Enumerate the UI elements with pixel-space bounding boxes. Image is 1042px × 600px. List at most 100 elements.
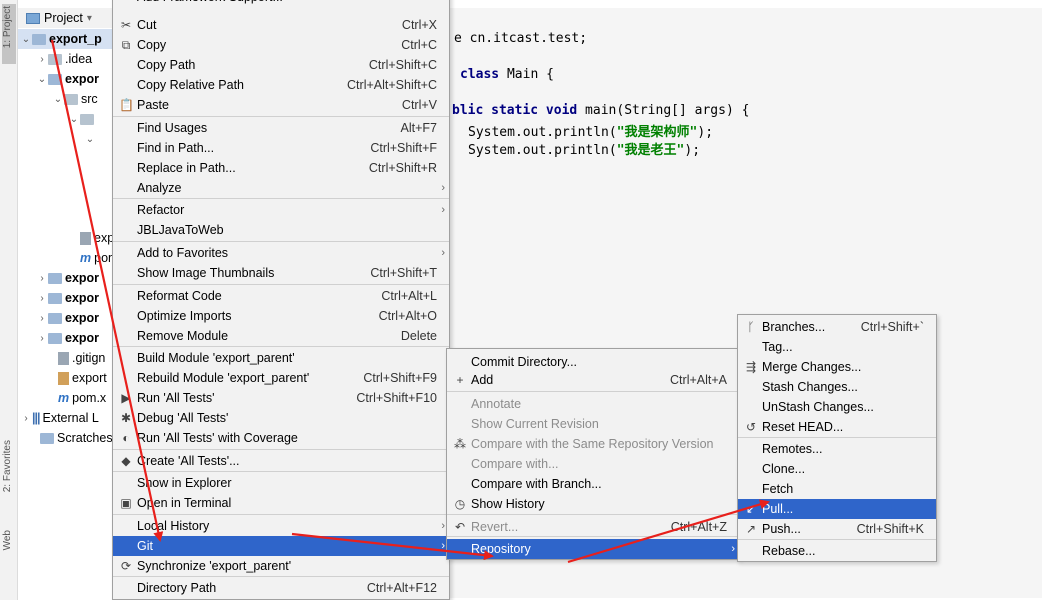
menu-item-rebase[interactable]: Rebase... xyxy=(738,541,936,561)
tree-item[interactable]: Scratches xyxy=(18,428,114,448)
menu-item-label: Push... xyxy=(762,522,801,536)
menu-item-clone[interactable]: Clone... xyxy=(738,459,936,479)
menu-separator xyxy=(113,346,449,347)
expand-arrow-icon[interactable]: ⌄ xyxy=(52,94,64,105)
menu-item-replace-in-path[interactable]: Replace in Path... Ctrl+Shift+R xyxy=(113,158,449,178)
menu-item-annotate[interactable]: Annotate xyxy=(447,394,739,414)
expand-arrow-icon[interactable]: ⌄ xyxy=(20,34,32,45)
menu-item-synchronize-export-parent[interactable]: ⟳ Synchronize 'export_parent' xyxy=(113,556,449,576)
menu-item-pull[interactable]: ↙ Pull... xyxy=(738,499,936,519)
menu-item-unstash-changes[interactable]: UnStash Changes... xyxy=(738,397,936,417)
menu-item-refactor[interactable]: Refactor › xyxy=(113,200,449,220)
menu-item-optimize-imports[interactable]: Optimize Imports Ctrl+Alt+O xyxy=(113,306,449,326)
expand-arrow-icon[interactable]: ⌄ xyxy=(36,74,48,85)
menu-item-directory-path[interactable]: Directory Path Ctrl+Alt+F12 xyxy=(113,578,449,598)
menu-item-show-in-explorer[interactable]: Show in Explorer xyxy=(113,473,449,493)
chevron-down-icon[interactable]: ▾ xyxy=(87,13,92,24)
menu-item-run-all-tests[interactable]: ▶ Run 'All Tests' Ctrl+Shift+F10 xyxy=(113,388,449,408)
tree-item[interactable]: › expor xyxy=(18,268,114,288)
menu-item-add-to-favorites[interactable]: Add to Favorites › xyxy=(113,243,449,263)
iml-file-icon xyxy=(58,371,69,385)
menu-item-paste[interactable]: 📋 Paste Ctrl+V xyxy=(113,95,449,115)
collapse-arrow-icon[interactable]: › xyxy=(36,313,48,324)
menu-item-push[interactable]: ↗ Push... Ctrl+Shift+K xyxy=(738,519,936,539)
project-panel-header[interactable]: Project ▾ xyxy=(18,8,114,28)
tree-item[interactable]: › expor xyxy=(18,328,114,348)
menu-item-run-all-tests-with-coverage[interactable]: ◐ Run 'All Tests' with Coverage xyxy=(113,428,449,448)
menu-item-build-module-export-parent[interactable]: Build Module 'export_parent' xyxy=(113,348,449,368)
menu-item-shortcut: Ctrl+Alt+Z xyxy=(670,520,727,534)
tree-item[interactable]: › expor xyxy=(18,288,114,308)
web-tab[interactable]: Web xyxy=(2,530,13,550)
menu-item-jbljavatoweb[interactable]: JBLJavaToWeb xyxy=(113,220,449,240)
menu-item-branches[interactable]: ᚴ Branches... Ctrl+Shift+` xyxy=(738,317,936,337)
cut-icon: ✂ xyxy=(120,18,132,32)
menu-item-rebuild-module-export-parent[interactable]: Rebuild Module 'export_parent' Ctrl+Shift… xyxy=(113,368,449,388)
collapse-arrow-icon[interactable]: › xyxy=(36,293,48,304)
menu-item-compare-with-branch[interactable]: Compare with Branch... xyxy=(447,474,739,494)
menu-item-commit-directory[interactable]: Commit Directory... xyxy=(447,352,739,372)
tree-item[interactable]: › expor xyxy=(18,308,114,328)
tree-item[interactable]: ⌄ xyxy=(18,109,114,129)
expand-arrow-icon[interactable]: ⌄ xyxy=(84,134,96,145)
collapse-arrow-icon[interactable]: › xyxy=(20,413,32,424)
project-tab[interactable]: 1: Project xyxy=(2,6,13,48)
collapse-arrow-icon[interactable]: › xyxy=(36,54,48,65)
menu-separator xyxy=(113,116,449,117)
menu-item-show-history[interactable]: ◷ Show History xyxy=(447,494,739,514)
tree-item[interactable]: .gitign xyxy=(18,348,114,368)
folder-icon xyxy=(48,53,62,65)
menu-item-compare-with-the-same-repository-version[interactable]: ⁂ Compare with the Same Repository Versio… xyxy=(447,434,739,454)
menu-item-reset-head[interactable]: ↺ Reset HEAD... xyxy=(738,417,936,437)
menu-item-debug-all-tests[interactable]: ✱ Debug 'All Tests' xyxy=(113,408,449,428)
menu-item-compare-with[interactable]: Compare with... xyxy=(447,454,739,474)
tree-item[interactable]: ⌄ src xyxy=(18,89,114,109)
menu-item-merge-changes[interactable]: ⇶ Merge Changes... xyxy=(738,357,936,377)
menu-item-label: Branches... xyxy=(762,320,826,334)
menu-item-create-all-tests[interactable]: ◆ Create 'All Tests'... xyxy=(113,451,449,471)
menu-item-shortcut: Ctrl+Alt+O xyxy=(378,309,437,323)
code-line: e cn.itcast.test; xyxy=(454,31,587,46)
menu-item-git[interactable]: Git › xyxy=(113,536,449,556)
menu-item-find-in-path[interactable]: Find in Path... Ctrl+Shift+F xyxy=(113,138,449,158)
menu-item-copy-relative-path[interactable]: Copy Relative Path Ctrl+Alt+Shift+C xyxy=(113,75,449,95)
copy-icon: ⧉ xyxy=(121,37,131,52)
menu-item-local-history[interactable]: Local History › xyxy=(113,516,449,536)
tool-window-strip: 1: Project 2: Favorites Web xyxy=(0,0,18,600)
menu-item-analyze[interactable]: Analyze › xyxy=(113,178,449,198)
menu-item-cut[interactable]: ✂ Cut Ctrl+X xyxy=(113,15,449,35)
menu-item-show-current-revision[interactable]: Show Current Revision xyxy=(447,414,739,434)
menu-item-shortcut: Ctrl+Shift+F10 xyxy=(356,391,437,405)
menu-item-find-usages[interactable]: Find Usages Alt+F7 xyxy=(113,118,449,138)
menu-item-copy-path[interactable]: Copy Path Ctrl+Shift+C xyxy=(113,55,449,75)
menu-item-revert[interactable]: ↶ Revert... Ctrl+Alt+Z xyxy=(447,517,739,537)
tree-item[interactable]: ⌄ xyxy=(18,129,114,149)
menu-item-reformat-code[interactable]: Reformat Code Ctrl+Alt+L xyxy=(113,286,449,306)
menu-item-tag[interactable]: Tag... xyxy=(738,337,936,357)
favorites-tab[interactable]: 2: Favorites xyxy=(2,440,13,492)
menu-item-open-in-terminal[interactable]: ▣ Open in Terminal xyxy=(113,493,449,513)
tree-item[interactable]: ⌄ expor xyxy=(18,69,114,89)
tree-item[interactable]: exp xyxy=(18,228,114,248)
menu-item-repository[interactable]: Repository › xyxy=(447,539,739,559)
menu-item-show-image-thumbnails[interactable]: Show Image Thumbnails Ctrl+Shift+T xyxy=(113,263,449,283)
menu-item-label: Replace in Path... xyxy=(137,161,236,175)
menu-item-remove-module[interactable]: Remove Module Delete xyxy=(113,326,449,346)
menu-item-add-framework-support[interactable]: Add Framework Support... xyxy=(113,0,449,7)
menu-item-label: Paste xyxy=(137,98,169,112)
collapse-arrow-icon[interactable]: › xyxy=(36,333,48,344)
tree-item[interactable]: › ||| External L xyxy=(18,408,114,428)
menu-item-copy[interactable]: ⧉ Copy Ctrl+C xyxy=(113,35,449,55)
code-token: System.out.println( xyxy=(468,143,617,158)
collapse-arrow-icon[interactable]: › xyxy=(36,273,48,284)
tree-item[interactable]: ⌄ export_p xyxy=(18,29,114,49)
menu-item-remotes[interactable]: Remotes... xyxy=(738,439,936,459)
tree-item[interactable]: m pom.x xyxy=(18,388,114,408)
tree-item[interactable]: export xyxy=(18,368,114,388)
menu-item-add[interactable]: + Add Ctrl+Alt+A xyxy=(447,370,739,390)
menu-item-stash-changes[interactable]: Stash Changes... xyxy=(738,377,936,397)
tree-item[interactable]: › .idea xyxy=(18,49,114,69)
expand-arrow-icon[interactable]: ⌄ xyxy=(68,114,80,125)
tree-item[interactable]: m pom xyxy=(18,248,114,268)
menu-item-fetch[interactable]: Fetch xyxy=(738,479,936,499)
